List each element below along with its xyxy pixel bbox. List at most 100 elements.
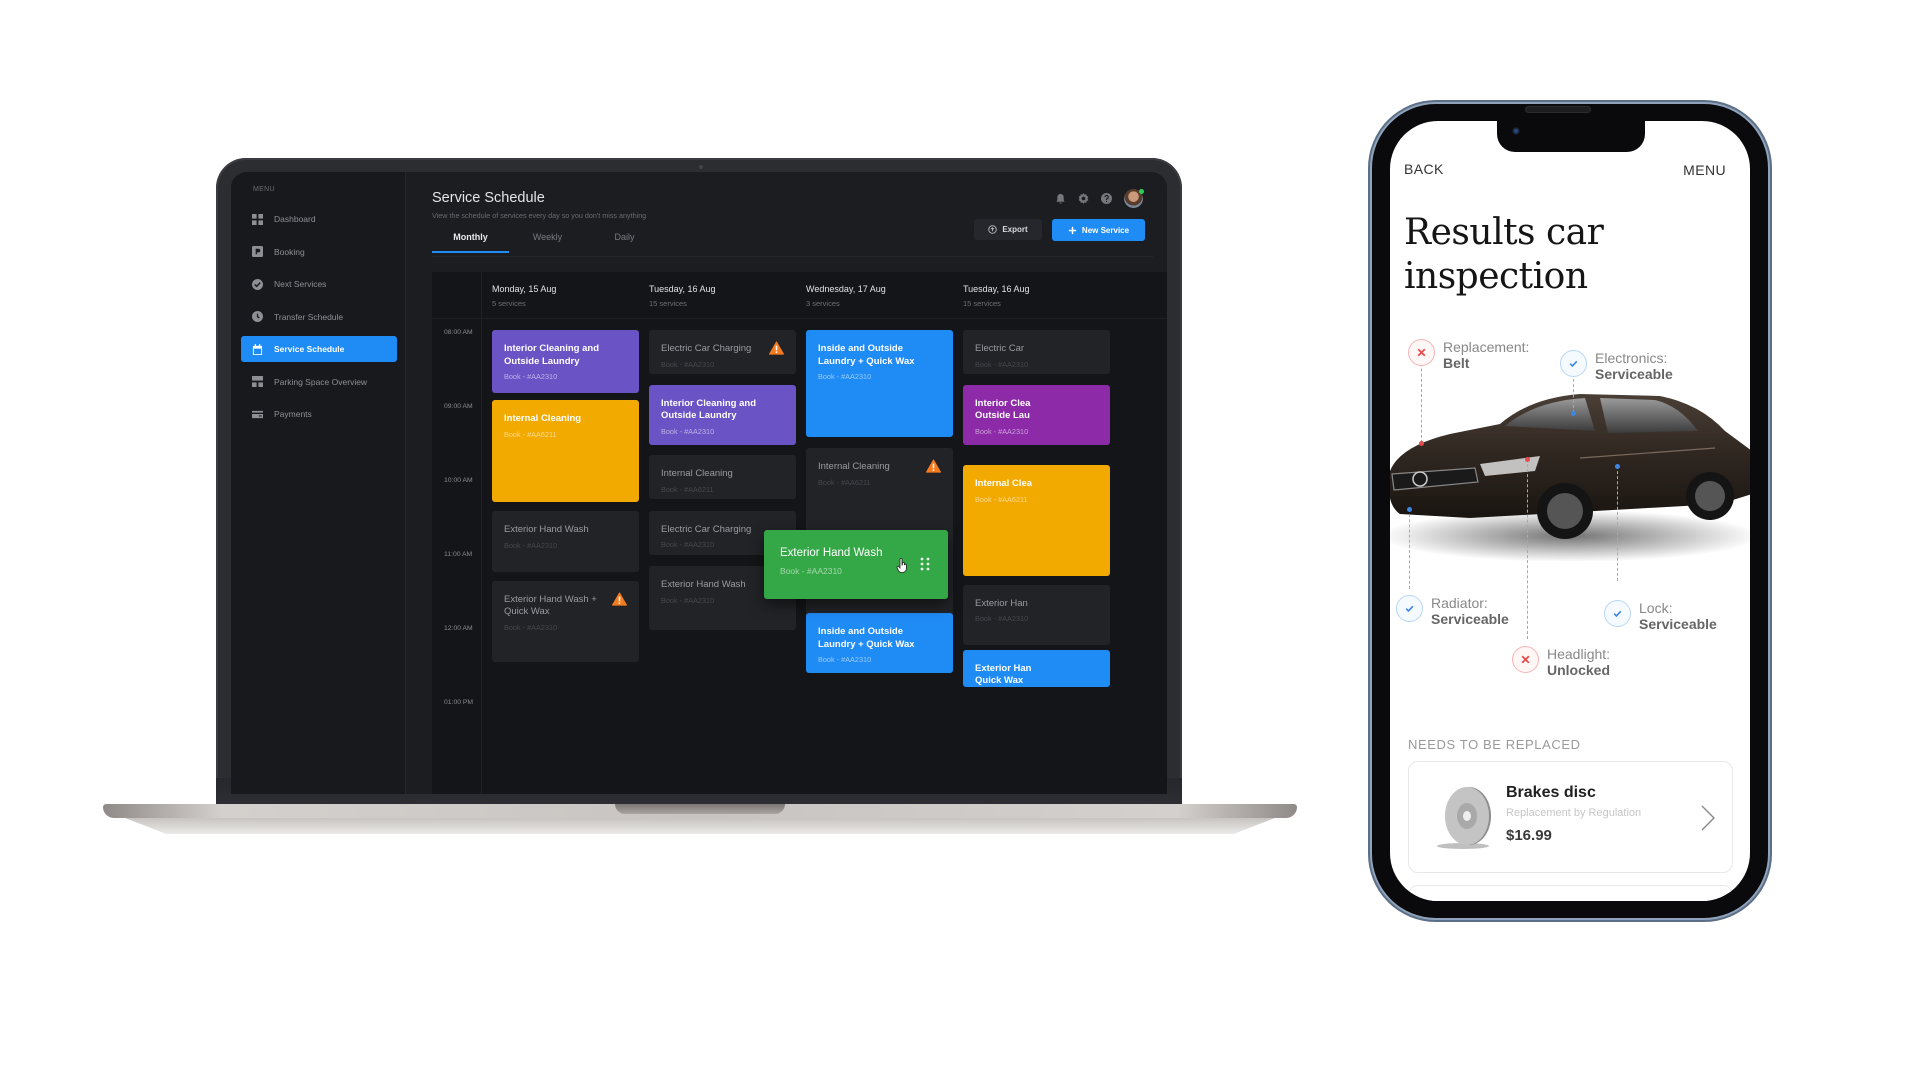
inspection-replacement[interactable]: Replacement: Belt — [1408, 339, 1529, 371]
help-icon[interactable] — [1101, 193, 1112, 204]
bell-icon[interactable] — [1055, 193, 1066, 204]
event-booking-id: Book - #AA2310 — [661, 359, 715, 369]
event-title: Interior Clea Outside Lau — [975, 397, 1031, 422]
service-event[interactable]: Inside and Outside Laundry + Quick Wax Bo… — [806, 613, 953, 673]
part-card[interactable] — [1408, 885, 1733, 901]
service-event[interactable]: Electric Car Charging Book - #AA2310 — [649, 330, 796, 375]
marker-dot — [1615, 464, 1620, 469]
chevron-right-icon — [1701, 805, 1715, 831]
sidebar-item-dashboard[interactable]: Dashboard — [241, 206, 397, 232]
check-circle-icon — [252, 278, 263, 290]
service-event[interactable]: Internal Clea Book - #AA6211 — [963, 465, 1110, 577]
warning-icon — [769, 341, 784, 355]
check-icon — [1604, 600, 1631, 627]
day-header: Monday, 15 Aug 5 services — [492, 284, 556, 308]
parking-icon — [252, 246, 263, 257]
event-booking-id: Book - #AA6211 — [818, 477, 871, 487]
inspection-lock[interactable]: Lock: Serviceable — [1604, 600, 1717, 632]
day-service-count: 5 services — [492, 299, 526, 308]
service-event[interactable]: Interior Clea Outside Lau Book - #AA2310 — [963, 384, 1110, 446]
time-label: 01:00 PM — [444, 699, 474, 706]
layout-icon — [252, 376, 263, 387]
day-name: Monday, 15 Aug — [492, 284, 557, 294]
tab-monthly[interactable]: Monthly — [432, 232, 509, 253]
sidebar-item-next-services[interactable]: Next Services — [241, 271, 397, 297]
service-event[interactable]: Internal Cleaning Book - #AA6211 — [649, 455, 796, 500]
part-card-brakes-disc[interactable]: Brakes disc Replacement by Regulation $1… — [1408, 761, 1733, 873]
car-image — [1390, 394, 1750, 561]
export-icon — [988, 225, 998, 234]
inspection-radiator[interactable]: Radiator: Serviceable — [1396, 595, 1509, 627]
inspection-text: Replacement: Belt — [1443, 339, 1529, 371]
avatar[interactable] — [1124, 189, 1144, 208]
time-axis — [432, 272, 482, 794]
section-caption: NEEDS TO BE REPLACED — [1408, 737, 1581, 752]
tab-daily[interactable]: Daily — [586, 232, 663, 253]
service-event[interactable]: Exterior Han Quick Wax — [963, 649, 1110, 687]
laptop-hinge-notch — [615, 804, 785, 814]
inspection-electronics[interactable]: Electronics: Serviceable — [1560, 350, 1673, 382]
service-event[interactable]: Inside and Outside Laundry + Quick Wax Bo… — [806, 330, 953, 438]
event-title: Internal Cleaning — [661, 468, 733, 480]
hand-cursor-icon — [896, 557, 907, 573]
service-event[interactable]: Interior Cleaning and Outside Laundry Boo… — [649, 384, 796, 446]
time-label: 09:00 AM — [444, 403, 473, 410]
service-event[interactable]: Electric Car Book - #AA2310 — [963, 330, 1110, 375]
service-calendar: 08:00 AM 09:00 AM 10:00 AM 11:00 AM 12:00 AM… — [432, 272, 1167, 794]
sidebar-item-parking-space-overview[interactable]: Parking Space Overview — [241, 369, 397, 395]
tab-weekly[interactable]: Weekly — [509, 232, 586, 253]
menu-button[interactable]: MENU — [1683, 162, 1726, 178]
event-booking-id: Book - #AA6211 — [504, 429, 557, 439]
brake-disc-image — [1437, 787, 1491, 849]
gear-icon[interactable] — [1078, 193, 1089, 204]
tabs-divider — [432, 256, 1153, 257]
service-event[interactable]: Exterior Hand Wash Book - #AA2310 — [492, 511, 639, 572]
laptop-shadow — [120, 816, 1280, 834]
warning-icon — [612, 592, 627, 606]
event-booking-id: Book - #AA2310 — [504, 372, 558, 381]
dragging-event-card[interactable]: Exterior Hand Wash Book - #AA2310 — [764, 529, 948, 599]
connector-line — [1527, 459, 1528, 639]
grid-icon — [252, 213, 263, 225]
service-event[interactable]: Internal Cleaning Book - #AA6211 — [492, 400, 639, 502]
clock-icon — [252, 311, 263, 322]
view-tabs: Monthly Weekly Daily — [432, 232, 663, 253]
day-name: Tuesday, 16 Aug — [963, 284, 1030, 294]
sidebar-item-booking[interactable]: Booking — [241, 239, 397, 265]
back-button[interactable]: BACK — [1404, 161, 1444, 177]
event-title: Electric Car — [975, 343, 1025, 354]
service-event[interactable]: Exterior Hand Wash + Quick Wax Book - #AA… — [492, 580, 639, 663]
sidebar-item-label: Transfer Schedule — [274, 311, 344, 322]
inspection-value: Serviceable — [1595, 366, 1673, 382]
new-service-button[interactable]: New Service — [1052, 219, 1145, 241]
new-service-label: New Service — [1081, 225, 1130, 235]
inspection-label: Radiator: — [1431, 595, 1488, 611]
sidebar-item-label: Next Services — [274, 279, 327, 289]
time-label: 12:00 AM — [444, 625, 473, 632]
sidebar-item-payments[interactable]: Payments — [241, 401, 397, 427]
time-label: 08:00 AM — [444, 329, 473, 336]
export-button[interactable]: Export — [974, 219, 1042, 240]
sidebar-item-label: Parking Space Overview — [274, 376, 368, 387]
event-booking-id: Book - #AA2310 — [818, 655, 872, 665]
export-label: Export — [1002, 225, 1028, 234]
event-booking-id: Book - #AA2310 — [504, 622, 558, 632]
drag-handle-icon[interactable] — [920, 557, 930, 571]
phone-power-button — [1769, 282, 1772, 362]
sidebar-item-transfer-schedule[interactable]: Transfer Schedule — [241, 304, 397, 330]
day-service-count: 3 services — [806, 299, 840, 308]
inspection-headlight[interactable]: Headlight: Unlocked — [1512, 646, 1610, 678]
inspection-label: Electronics: — [1595, 350, 1668, 366]
event-booking-id: Book - #AA2310 — [661, 426, 715, 436]
event-title: Exterior Hand Wash + Quick Wax — [504, 593, 597, 618]
service-event[interactable]: Interior Cleaning and Outside Laundry Boo… — [492, 330, 639, 393]
part-price: $16.99 — [1506, 827, 1552, 844]
service-event[interactable]: Exterior Han Book - #AA2310 — [963, 584, 1110, 646]
day-service-count: 15 services — [963, 299, 1001, 308]
event-title: Interior Cleaning and Outside Laundry — [661, 397, 757, 422]
event-booking-id: Book - #AA2310 — [818, 372, 872, 381]
sidebar-item-service-schedule[interactable]: Service Schedule — [241, 336, 397, 362]
time-label: 11:00 AM — [444, 551, 473, 558]
event-title: Inside and Outside Laundry + Quick Wax — [818, 343, 915, 367]
phone-camera — [1512, 127, 1520, 135]
